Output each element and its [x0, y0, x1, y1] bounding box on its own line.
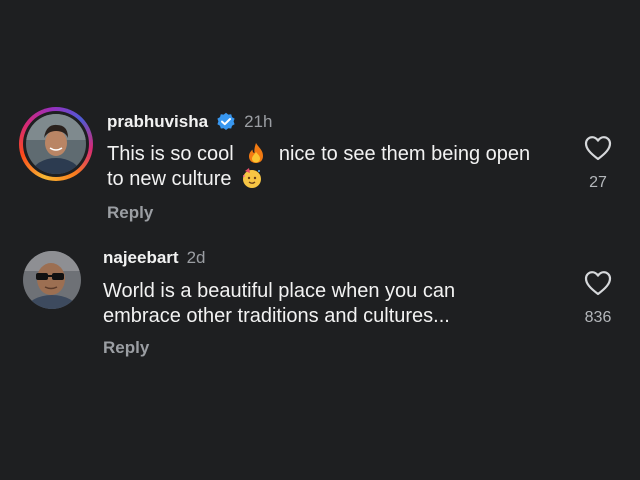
- comment-username[interactable]: prabhuvisha: [107, 112, 208, 132]
- comment-item: prabhuvisha 21h This is so cool nice to …: [0, 107, 640, 227]
- comment-username[interactable]: najeebart: [103, 248, 179, 268]
- fire-emoji-icon: [249, 143, 264, 163]
- like-count: 836: [584, 309, 612, 326]
- party-face-emoji-icon: [243, 168, 262, 188]
- comment-text: World is a beautiful place when you can …: [103, 280, 456, 327]
- reply-button[interactable]: Reply: [107, 203, 153, 223]
- heart-icon[interactable]: [584, 135, 612, 161]
- reply-button[interactable]: Reply: [103, 338, 149, 358]
- comment-timestamp: 21h: [244, 112, 273, 131]
- like-count: 27: [589, 174, 607, 191]
- comments-screen: { "comments": [ { "username": "prabhuvis…: [0, 0, 640, 480]
- like-control: 27: [578, 135, 618, 192]
- like-control: 836: [578, 270, 618, 327]
- heart-icon[interactable]: [584, 270, 612, 296]
- comment-text: This is so cool nice to see them being o…: [107, 143, 531, 190]
- avatar[interactable]: [23, 251, 81, 309]
- avatar[interactable]: [26, 114, 86, 174]
- comment-timestamp: 2d: [186, 248, 206, 267]
- story-ring[interactable]: [19, 107, 93, 181]
- comment-item: najeebart 2d World is a beautiful place …: [0, 248, 640, 368]
- verified-badge-icon: [217, 112, 235, 130]
